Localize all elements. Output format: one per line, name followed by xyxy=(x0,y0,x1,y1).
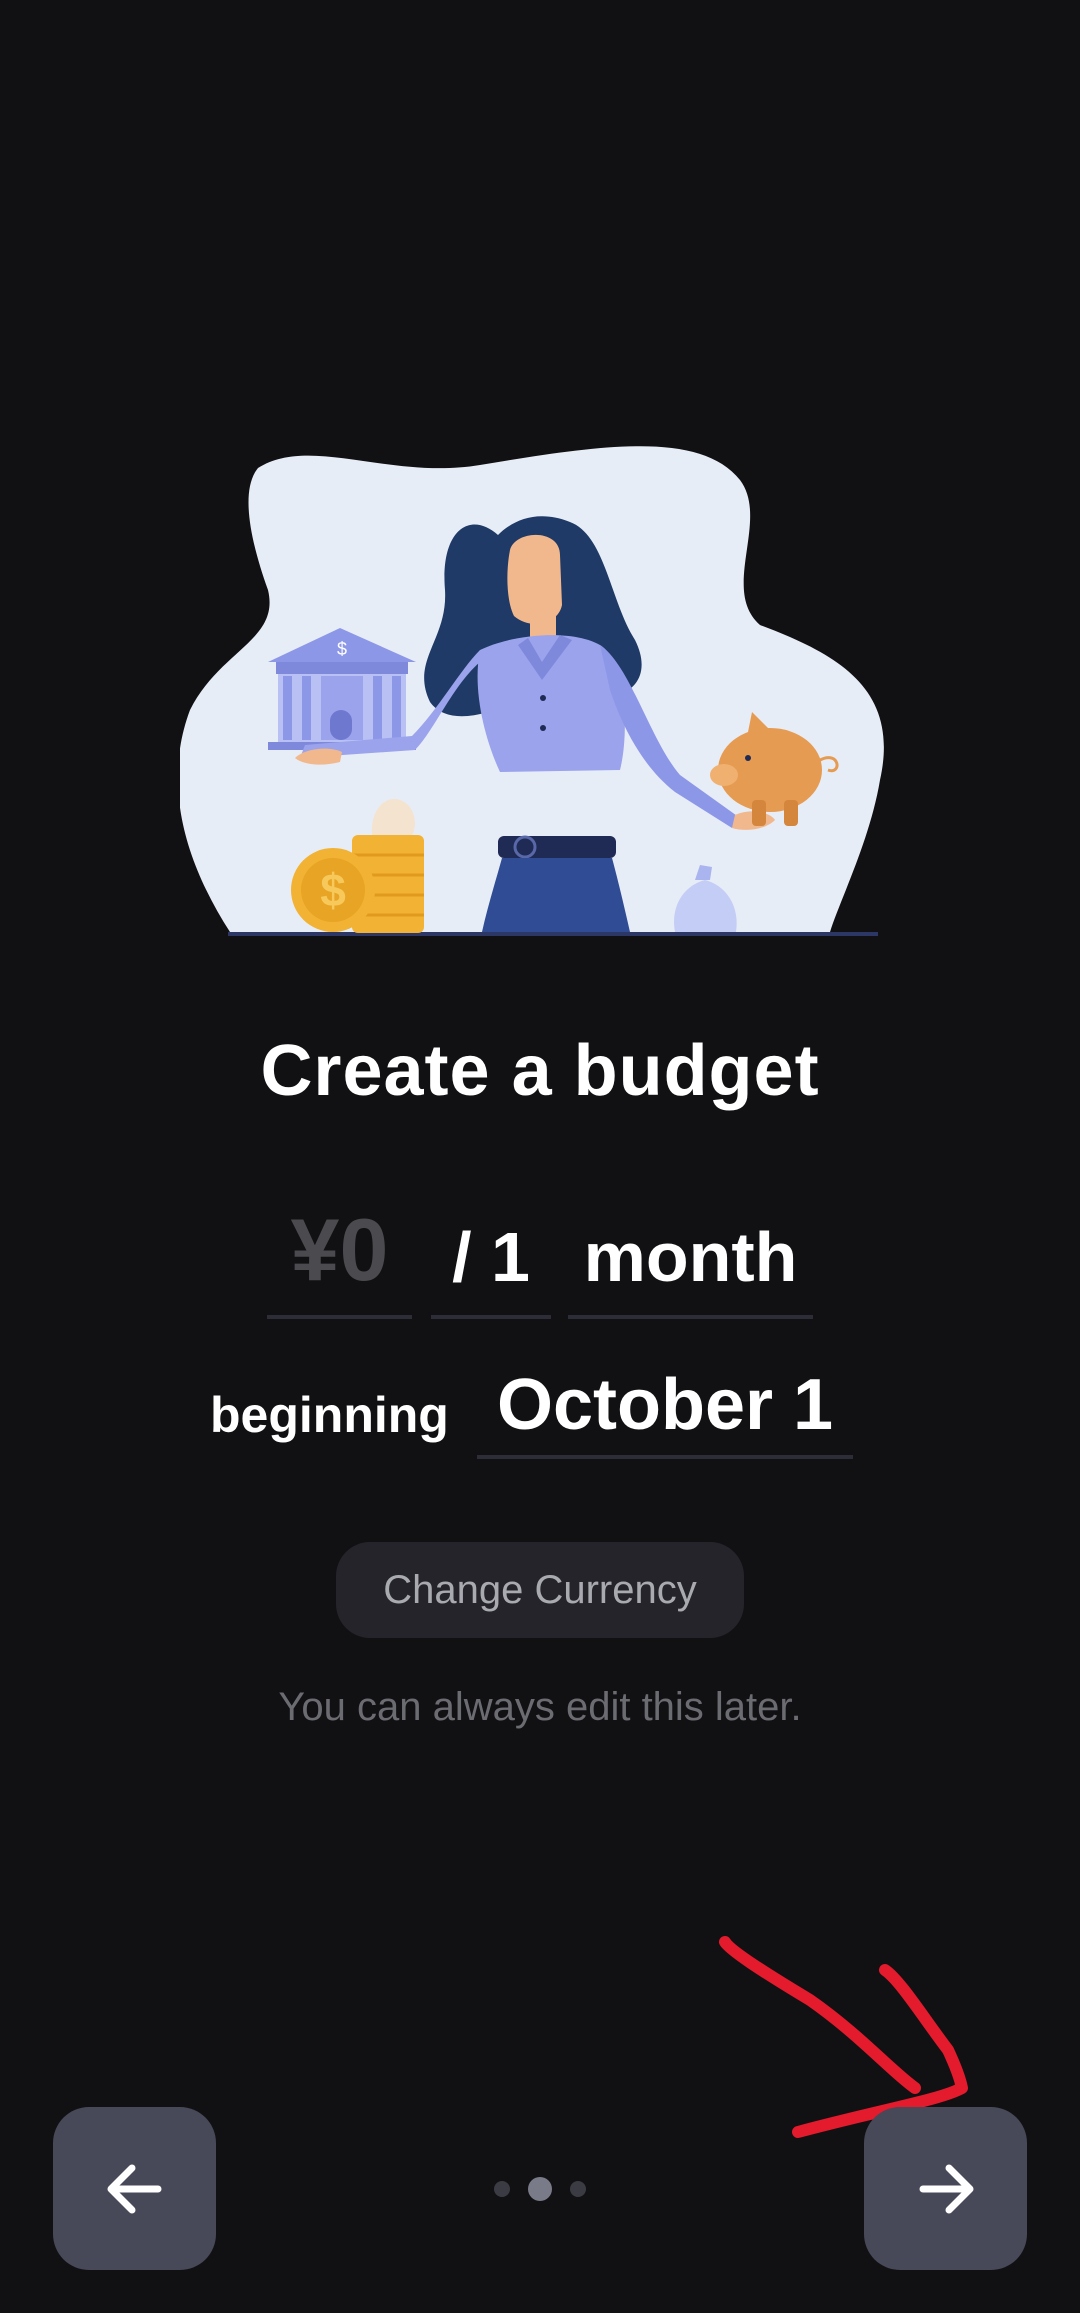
svg-text:$: $ xyxy=(337,639,347,659)
budget-amount-input[interactable]: ¥0 xyxy=(267,1195,412,1319)
arrow-right-icon xyxy=(919,2164,973,2213)
page-dot-3 xyxy=(570,2181,586,2197)
change-currency-button[interactable]: Change Currency xyxy=(336,1542,744,1638)
next-button[interactable] xyxy=(864,2107,1027,2270)
svg-text:$: $ xyxy=(320,864,346,916)
page-indicator xyxy=(494,2175,586,2203)
page-dot-1 xyxy=(494,2181,510,2197)
edit-later-hint: You can always edit this later. xyxy=(278,1685,802,1729)
start-date-picker[interactable]: October 1 xyxy=(477,1360,853,1459)
arrow-left-icon xyxy=(107,2164,161,2213)
page-title: Create a budget xyxy=(260,1031,820,1111)
back-button[interactable] xyxy=(53,2107,216,2270)
period-unit-select[interactable]: month xyxy=(568,1210,813,1319)
period-count-input[interactable]: / 1 xyxy=(431,1210,551,1319)
page-dot-2-active xyxy=(528,2177,552,2201)
beginning-label: beginning xyxy=(210,1387,449,1443)
ground-line xyxy=(228,932,878,936)
budget-illustration: $ $ xyxy=(180,446,884,936)
